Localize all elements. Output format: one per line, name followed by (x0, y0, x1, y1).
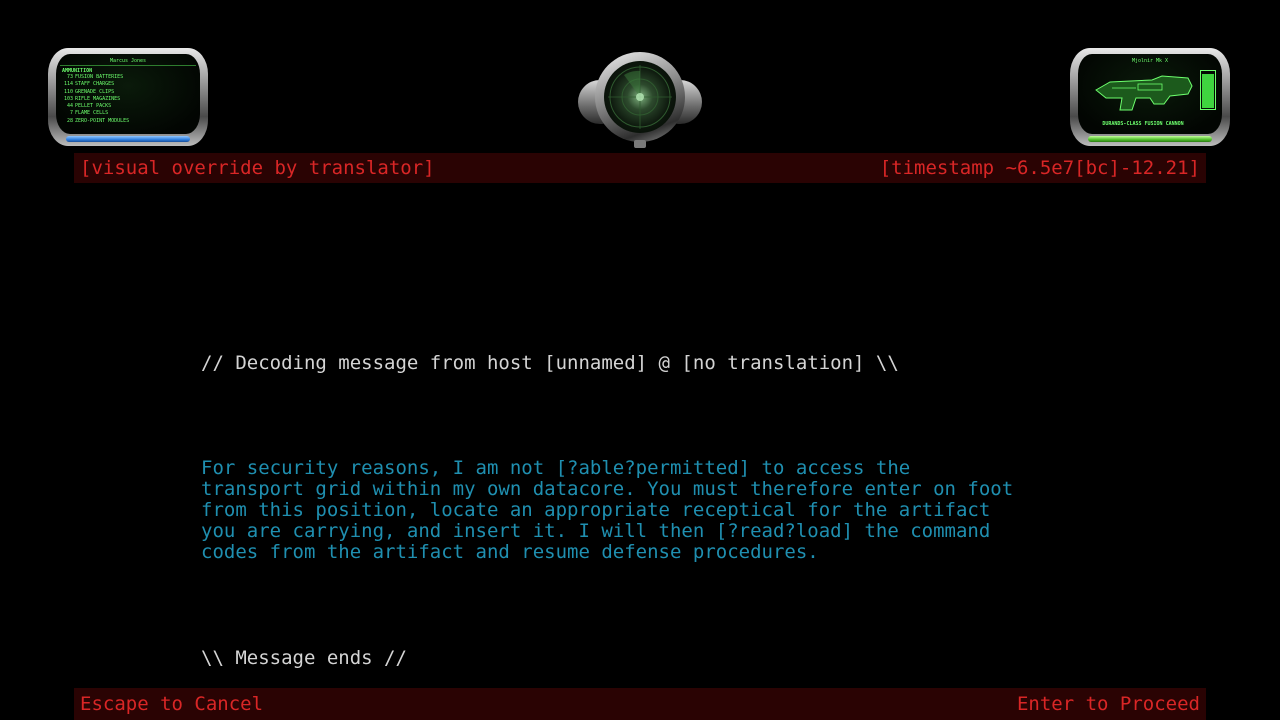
ammo-count: 114 (63, 81, 73, 88)
ammo-item: 114 STAFF CHARGES (62, 81, 129, 88)
ammo-count: 73 (66, 74, 73, 80)
fusion-cannon-icon (1092, 68, 1196, 122)
player-name: Marcus Jones (109, 58, 147, 64)
weapon-caption: DURANDS-CLASS FUSION CANNON (1102, 121, 1184, 127)
weapon-energy-fill (1088, 136, 1212, 142)
ammo-panel-screen: Marcus Jones AMMUNITION 73 FUSION BATTERI… (56, 54, 200, 134)
timestamp: [timestamp ~6.5e7[bc]-12.21] (879, 157, 1200, 179)
ammo-label: GRENADE CLIPS (75, 88, 115, 95)
bottom-banner: Escape to Cancel Enter to Proceed (74, 688, 1206, 720)
weapon-panel: Mjolnir Mk X DURANDS-CLASS FUSION CANNON (1070, 48, 1232, 148)
ammo-label: PELLET PACKS (75, 103, 112, 110)
message-footer: \\ Message ends // (201, 647, 407, 669)
weapon-charge-fill (1202, 73, 1214, 108)
ammo-label: ZERO-POINT MODULES (75, 117, 130, 124)
ammo-count: 103 (63, 95, 73, 102)
ammo-label: STAFF CHARGES (75, 81, 115, 88)
translator-notice: [visual override by translator] (80, 157, 435, 179)
proceed-button[interactable]: Enter to Proceed (1017, 688, 1200, 720)
top-banner: [visual override by translator] [timesta… (74, 153, 1206, 183)
ammo-item: 73 FUSION BATTERIES (62, 74, 129, 81)
motion-sensor (578, 50, 702, 152)
message-header: // Decoding message from host [unnamed] … (201, 352, 899, 374)
shield-bar-fill (66, 136, 190, 142)
weapon-name: Mjolnir Mk X (1131, 58, 1169, 64)
ammo-count: 28 (66, 117, 73, 124)
cancel-button[interactable]: Escape to Cancel (80, 688, 263, 720)
ammo-count: 7 (69, 110, 73, 117)
ammo-count: 44 (66, 103, 73, 110)
ammo-label: FLAME CELLS (75, 110, 109, 117)
terminal-message: // Decoding message from host [unnamed] … (201, 311, 1101, 690)
weapon-panel-screen: Mjolnir Mk X DURANDS-CLASS FUSION CANNON (1078, 54, 1222, 134)
ammo-count: 110 (63, 88, 73, 95)
ammo-item: 110 GRENADE CLIPS (62, 89, 129, 96)
ammo-label: FUSION BATTERIES (75, 74, 124, 80)
ammo-item: 7 FLAME CELLS (62, 110, 129, 117)
ammo-item: 28 ZERO-POINT MODULES (62, 118, 129, 125)
ammo-label: RIFLE MAGAZINES (75, 95, 121, 102)
ammo-item: 44 PELLET PACKS (62, 103, 129, 110)
weapon-energy-bar (1088, 136, 1212, 142)
panel-divider (60, 65, 196, 66)
ammo-panel: Marcus Jones AMMUNITION 73 FUSION BATTERI… (48, 48, 210, 148)
weapon-charge-meter (1200, 70, 1216, 110)
radar-tick (634, 140, 646, 148)
ammo-list: 73 FUSION BATTERIES 114 STAFF CHARGES 110 G… (62, 74, 129, 125)
ammo-item: 103 RIFLE MAGAZINES (62, 96, 129, 103)
message-body: For security reasons, I am not [?able?pe… (201, 457, 1014, 563)
shield-bar (66, 136, 190, 142)
motion-sensor-radar-icon (604, 61, 676, 133)
